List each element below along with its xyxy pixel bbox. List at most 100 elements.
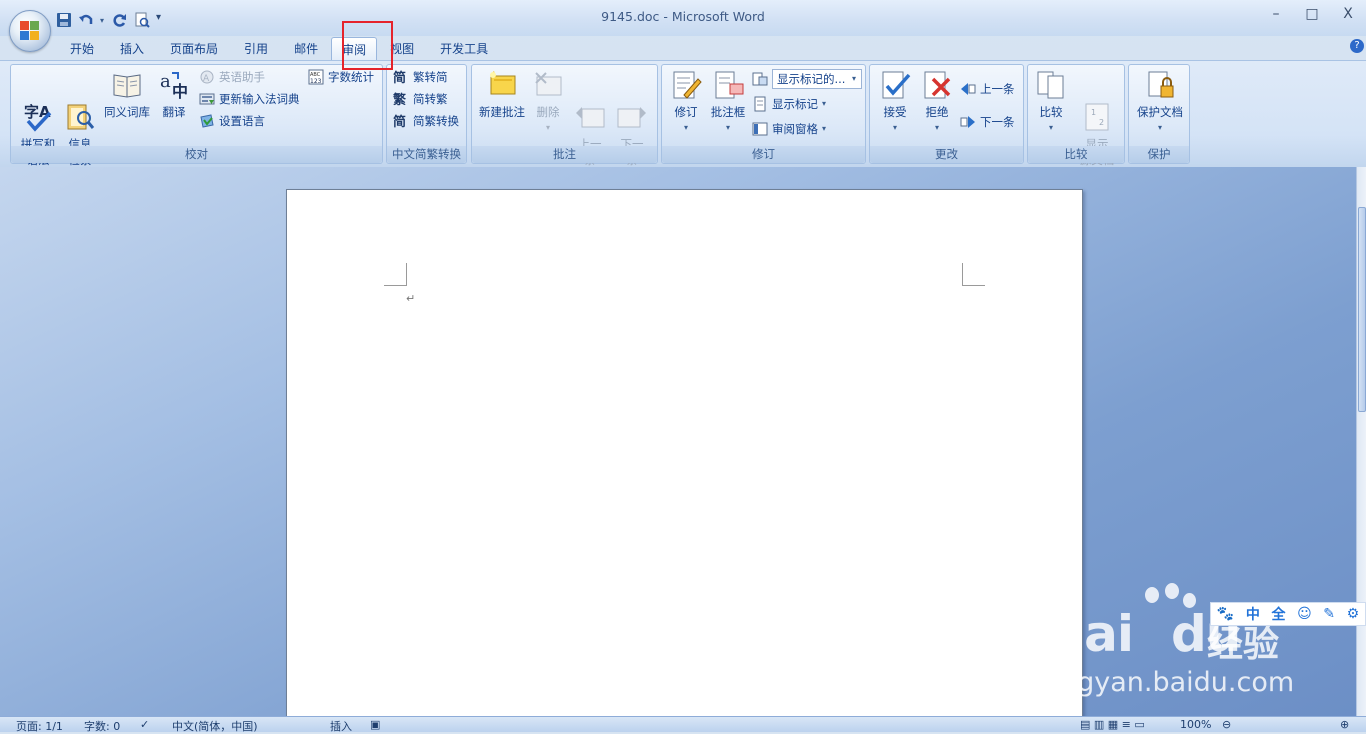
translate-button[interactable]: a中 翻译 — [155, 69, 193, 120]
help-icon[interactable]: ? — [1350, 39, 1364, 53]
tab-mailings[interactable]: 邮件 — [281, 38, 331, 60]
group-chinese-conversion: 简 繁转简 繁 简转繁 简 简繁转换 中文简繁转换 — [386, 64, 467, 164]
status-language[interactable]: 中文(简体，中国) — [172, 718, 258, 734]
accept-icon — [879, 69, 911, 101]
group-label-tracking: 修订 — [662, 146, 865, 163]
next-comment-icon — [616, 85, 648, 128]
view-buttons[interactable]: ▤ ▥ ▦ ≡ ▭ — [1080, 718, 1145, 731]
status-page-count[interactable]: 页面: 1/1 — [16, 718, 63, 734]
balloons-icon — [712, 69, 744, 101]
group-label-chinese-conversion: 中文简繁转换 — [387, 146, 466, 163]
word-count-icon: ABC 123 — [308, 69, 324, 85]
document-page[interactable]: ↵ — [286, 189, 1083, 716]
svg-text:中: 中 — [172, 82, 188, 101]
trad-simp-icon: 简 — [393, 69, 409, 86]
window-title: 9145.doc - Microsoft Word — [601, 9, 765, 24]
compare-icon — [1035, 69, 1067, 101]
reject-icon — [921, 69, 953, 101]
reject-button[interactable]: 拒绝 ▾ — [918, 69, 956, 136]
maximize-button[interactable]: □ — [1294, 6, 1330, 22]
show-source-icon: 12 — [1081, 85, 1113, 131]
window-controls: – □ X — [1258, 6, 1366, 22]
smiley-icon[interactable]: ☺ — [1297, 606, 1312, 622]
accept-button[interactable]: 接受 ▾ — [876, 69, 914, 136]
status-bar: 页面: 1/1 字数: 0 ✓ 中文(简体，中国) 插入 ▣ ▤ ▥ ▦ ≡ ▭… — [0, 716, 1366, 734]
balloons-button[interactable]: 批注框 ▾ — [708, 69, 748, 136]
macro-record-icon[interactable]: ▣ — [370, 718, 380, 731]
track-changes-icon — [670, 69, 702, 101]
next-change-button[interactable]: 下一条 — [960, 112, 1015, 132]
gear-icon[interactable]: ⚙ — [1347, 606, 1360, 622]
protect-document-button[interactable]: 保护文档 ▾ — [1133, 69, 1187, 136]
group-protect: 保护文档 ▾ 保护 — [1128, 64, 1190, 164]
group-label-comments: 批注 — [472, 146, 657, 163]
new-comment-button[interactable]: 新建批注 — [476, 69, 528, 120]
spelling-check-icon: 字A — [22, 85, 54, 132]
translate-icon: a中 — [158, 69, 190, 101]
simplified-to-traditional-button[interactable]: 繁 简转繁 — [393, 89, 448, 109]
group-label-changes: 更改 — [870, 146, 1023, 163]
close-button[interactable]: X — [1330, 6, 1366, 22]
thesaurus-button[interactable]: 同义词库 — [99, 69, 155, 120]
conversion-icon: 简 — [393, 113, 409, 130]
ime-toolbar: 🐾 中 全 ☺ ✎ ⚙ — [1210, 602, 1366, 626]
minimize-button[interactable]: – — [1258, 6, 1294, 22]
simp-trad-icon: 繁 — [393, 91, 409, 108]
pen-icon[interactable]: ✎ — [1323, 606, 1335, 622]
display-review-icon — [752, 71, 768, 87]
group-compare: 比较 ▾ 12 显示 源文档 比较 — [1027, 64, 1125, 167]
group-tracking: 修订 ▾ 批注框 ▾ 显示标记的... ▾ 显示标记 ▾ 审阅窗格 ▾ 修订 — [661, 64, 866, 164]
delete-comment-icon — [532, 69, 564, 101]
delete-comment-button[interactable]: 删除 ▾ — [530, 69, 566, 136]
chinese-conversion-button[interactable]: 简 简繁转换 — [393, 111, 459, 131]
research-book-icon — [64, 85, 96, 130]
status-insert-mode[interactable]: 插入 — [330, 718, 352, 734]
set-language-button[interactable]: 设置语言 — [199, 111, 265, 131]
previous-change-icon — [960, 81, 976, 97]
ribbon: 字A 拼写和 语法 信息 检索 同义词库 a中 翻译 A 英语助手 — [0, 60, 1366, 168]
status-zoom[interactable]: 100% — [1180, 718, 1211, 731]
spell-check-status-icon[interactable]: ✓ — [140, 718, 149, 731]
group-comments: 新建批注 删除 ▾ 上一 条 下一 条 批注 — [471, 64, 658, 167]
update-dictionary-icon — [199, 91, 215, 107]
group-label-protect: 保护 — [1129, 146, 1189, 163]
traditional-to-simplified-button[interactable]: 简 繁转简 — [393, 67, 448, 87]
ime-fullwidth-mode[interactable]: 全 — [1271, 604, 1285, 624]
tab-references[interactable]: 引用 — [231, 38, 281, 60]
svg-text:繁: 繁 — [393, 92, 407, 107]
set-language-icon — [199, 113, 215, 129]
paw-icon[interactable]: 🐾 — [1217, 606, 1234, 622]
svg-text:A: A — [203, 74, 210, 84]
reviewing-pane-button[interactable]: 审阅窗格 ▾ — [752, 119, 826, 139]
scrollbar-thumb[interactable] — [1358, 207, 1366, 412]
svg-text:1: 1 — [1091, 108, 1096, 117]
new-comment-icon — [486, 69, 518, 101]
paragraph-mark: ↵ — [406, 292, 416, 305]
track-changes-button[interactable]: 修订 ▾ — [666, 69, 706, 136]
next-change-icon — [960, 114, 976, 130]
svg-text:简: 简 — [393, 70, 406, 85]
word-count-button[interactable]: ABC 123 字数统计 — [308, 67, 374, 87]
zoom-in-icon[interactable]: ⊕ — [1340, 718, 1349, 731]
update-ime-dictionary-button[interactable]: 更新输入法词典 — [199, 89, 300, 109]
tab-insert[interactable]: 插入 — [107, 38, 157, 60]
office-button[interactable] — [9, 10, 51, 52]
tab-page-layout[interactable]: 页面布局 — [157, 38, 231, 60]
svg-text:123: 123 — [310, 78, 322, 85]
thesaurus-book-icon — [111, 69, 143, 101]
tab-home[interactable]: 开始 — [57, 38, 107, 60]
group-label-compare: 比较 — [1028, 146, 1124, 163]
tab-developer[interactable]: 开发工具 — [427, 38, 501, 60]
protect-document-icon — [1144, 69, 1176, 101]
zoom-out-icon[interactable]: ⊖ — [1222, 718, 1231, 731]
ime-chinese-mode[interactable]: 中 — [1246, 604, 1260, 624]
status-word-count[interactable]: 字数: 0 — [84, 718, 120, 734]
group-label-proofing: 校对 — [11, 146, 382, 163]
previous-change-button[interactable]: 上一条 — [960, 79, 1015, 99]
compare-button[interactable]: 比较 ▾ — [1032, 69, 1070, 136]
ribbon-tabs: 开始 插入 页面布局 引用 邮件 审阅 视图 开发工具 — [57, 37, 501, 60]
margin-corner-top-right — [962, 263, 985, 286]
display-for-review-select[interactable]: 显示标记的... ▾ — [752, 69, 862, 89]
english-assistant-button[interactable]: A 英语助手 — [199, 67, 265, 87]
show-markup-button[interactable]: 显示标记 ▾ — [752, 94, 826, 114]
